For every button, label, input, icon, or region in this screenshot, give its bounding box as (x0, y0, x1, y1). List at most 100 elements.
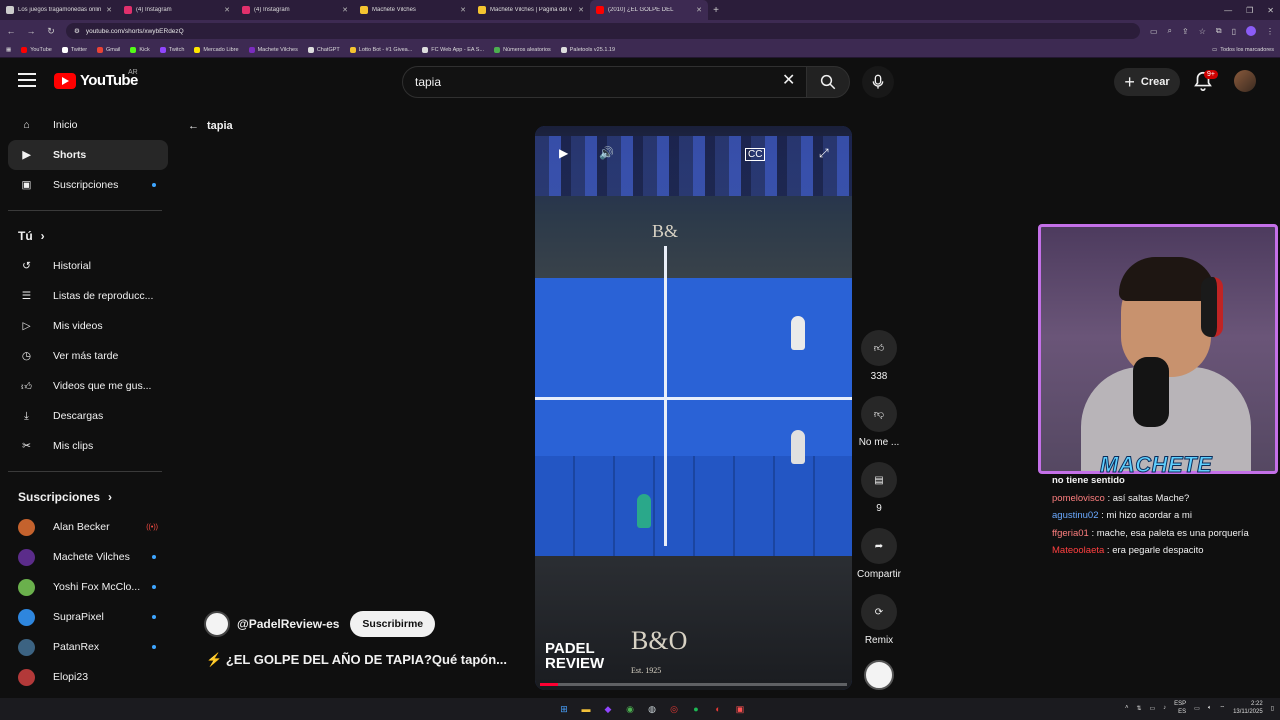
sidebar-panel-icon[interactable]: ▯ (1232, 27, 1236, 36)
search-input[interactable]: tapia (402, 66, 810, 98)
create-button[interactable]: + Crear (1114, 68, 1180, 96)
video-progress-bar[interactable] (540, 683, 847, 686)
menu-hamburger-icon[interactable] (18, 73, 36, 87)
clock[interactable]: 2:22 13/11/2025 (1233, 700, 1263, 716)
sidebar-item-historial[interactable]: ↺ Historial (8, 251, 168, 281)
channel-avatar-button[interactable] (852, 660, 906, 695)
new-tab-button[interactable]: + (708, 5, 724, 16)
close-tab-icon[interactable]: ✕ (460, 6, 466, 14)
like-button[interactable]: 👍︎ 338 (852, 330, 906, 382)
bookmark-item[interactable]: Mercado Libre (194, 46, 239, 53)
subscription-item[interactable]: Yoshi Fox McClo... (8, 572, 168, 602)
forward-arrow-icon[interactable]: → (26, 26, 36, 36)
zoom-icon[interactable]: ⌕ (1168, 26, 1172, 36)
steam-icon[interactable]: ◍ (644, 701, 660, 717)
bookmark-item[interactable]: Lotto Bot - #1 Givea... (349, 46, 412, 53)
you-section-header[interactable]: Tú › (8, 221, 168, 251)
bookmark-item[interactable]: ChatGPT (307, 46, 340, 53)
browser-tab[interactable]: (4) Instagram ✕ (236, 0, 354, 20)
bookmark-item[interactable]: Kick (130, 46, 150, 53)
twitch-icon[interactable]: ◆ (600, 701, 616, 717)
sidebar-item-shorts[interactable]: ▶ Shorts (8, 140, 168, 170)
windows-start-icon[interactable]: ⊞ (556, 701, 572, 717)
account-avatar[interactable] (1234, 70, 1256, 92)
subscription-item[interactable]: Elopi23 (8, 662, 168, 692)
chevron-up-icon[interactable]: ˄ (1125, 705, 1129, 711)
menu-kebab-icon[interactable]: ⋮ (1266, 27, 1274, 36)
extensions-icon[interactable]: ⧉ (1216, 26, 1222, 36)
close-tab-icon[interactable]: ✕ (342, 6, 348, 14)
channel-name[interactable]: @PadelReview-es (237, 617, 339, 631)
sidebar-item-inicio[interactable]: ⌂ Inicio (8, 110, 168, 140)
browser-tab[interactable]: Machete Vilches | Página del v ✕ (472, 0, 590, 20)
captions-icon[interactable]: CC (745, 148, 766, 161)
sidebar-item-ver-m-s-tarde[interactable]: ◷ Ver más tarde (8, 341, 168, 371)
share-button[interactable]: ➦ Compartir (852, 528, 906, 580)
bookmark-item[interactable]: FC Web App - EA S... (422, 46, 484, 53)
close-tab-icon[interactable]: ✕ (696, 6, 702, 14)
close-tab-icon[interactable]: ✕ (224, 6, 230, 14)
notification-center-icon[interactable]: ▯ (1271, 705, 1274, 712)
back-arrow-icon[interactable]: ← (6, 26, 16, 36)
speaker-icon[interactable]: 🔈︎ (1208, 705, 1212, 712)
subscription-item[interactable]: SupraPixel (8, 602, 168, 632)
short-video-player[interactable]: B& ▶ 🔊 CC ⤢ PADEL REVIEW B&O Est. 1925 (535, 126, 852, 690)
bookmark-item[interactable]: Números aleatorios (494, 46, 551, 53)
subscribe-button[interactable]: Suscribirme (350, 611, 436, 637)
sidebar-item-listas-de-reproducc[interactable]: ☰ Listas de reproducc... (8, 281, 168, 311)
share-page-icon[interactable]: ⇪ (1182, 27, 1189, 36)
language-indicator[interactable]: ESP ES (1174, 700, 1186, 716)
sidebar-item-mis-clips[interactable]: ✂ Mis clips (8, 431, 168, 461)
file-explorer-icon[interactable]: ▬ (578, 701, 594, 717)
bookmark-item[interactable]: YouTube (21, 46, 52, 53)
subscription-item[interactable]: Alan Becker ((•)) (8, 512, 168, 542)
volume-icon[interactable]: 🔊 (599, 146, 614, 160)
mic-tray-icon[interactable]: ♪ (1163, 705, 1166, 711)
bookmark-item[interactable]: Machete Vilches (248, 46, 298, 53)
sidebar-item-descargas[interactable]: ⤓ Descargas (8, 401, 168, 431)
clear-search-icon[interactable]: ✕ (782, 72, 795, 90)
address-bar[interactable]: ⚙ youtube.com/shorts/xwybERdezQ (66, 23, 1140, 39)
app-icon[interactable]: ◎ (666, 701, 682, 717)
battery-icon[interactable]: ▭ (1149, 705, 1155, 712)
display-icon[interactable]: ▭ (1194, 705, 1200, 712)
remix-button[interactable]: ⟳ Remix (852, 594, 906, 646)
play-icon[interactable]: ▶ (559, 146, 568, 160)
close-tab-icon[interactable]: ✕ (106, 6, 112, 14)
bookmark-item[interactable]: Paletools v25.1.19 (560, 46, 615, 53)
channel-avatar[interactable] (204, 611, 230, 637)
minimize-icon[interactable]: — (1224, 6, 1232, 15)
bookmark-item[interactable]: Twitch (159, 46, 184, 53)
comments-button[interactable]: ▤ 9 (852, 462, 906, 514)
profile-avatar[interactable] (1246, 26, 1256, 36)
browser-tab[interactable]: Machete Vilches ✕ (354, 0, 472, 20)
browser-tab[interactable]: (2010) ¿EL GOLPE DEL ✕ (590, 0, 708, 20)
browser-tab[interactable]: (4) Instagram ✕ (118, 0, 236, 20)
bookmark-item[interactable]: Twitter (61, 46, 87, 53)
maximize-icon[interactable]: ❐ (1246, 6, 1253, 15)
reload-icon[interactable]: ↻ (46, 26, 56, 37)
sidebar-item-mis-videos[interactable]: ▷ Mis videos (8, 311, 168, 341)
spotify-icon[interactable]: ● (688, 701, 704, 717)
chrome-icon[interactable]: ◉ (622, 701, 638, 717)
subscription-item[interactable]: Machete Vilches (8, 542, 168, 572)
youtube-logo[interactable]: YouTube AR (54, 69, 138, 89)
bookmark-star-icon[interactable]: ☆ (1199, 27, 1206, 36)
close-window-icon[interactable]: ✕ (1267, 6, 1274, 15)
site-info-icon[interactable]: ⚙ (74, 27, 80, 35)
calendar-app-icon[interactable]: ▣ (732, 701, 748, 717)
bookmark-item[interactable]: Gmail (97, 46, 120, 53)
fullscreen-icon[interactable]: ⤢ (819, 146, 829, 161)
subscriptions-section-header[interactable]: Suscripciones › (8, 482, 168, 512)
voice-search-button[interactable] (862, 66, 894, 98)
short-title[interactable]: ⚡ ¿EL GOLPE DEL AÑO DE TAPIA?Qué tapón..… (206, 652, 507, 668)
browser-tab[interactable]: Los juegos tragamonedas onlin ✕ (0, 0, 118, 20)
apps-grid-icon[interactable]: ▦ (6, 47, 11, 53)
wifi-icon[interactable]: ⌔ (1219, 704, 1225, 712)
subscription-item[interactable]: PatanRex (8, 632, 168, 662)
all-bookmarks[interactable]: ▭ Todos los marcadores (1212, 47, 1274, 53)
dislike-button[interactable]: 👎︎ No me ... (852, 396, 906, 448)
network-icon[interactable]: ⇅ (1136, 705, 1141, 712)
search-button[interactable] (806, 66, 850, 98)
sidebar-item-suscripciones[interactable]: ▣ Suscripciones (8, 170, 168, 200)
